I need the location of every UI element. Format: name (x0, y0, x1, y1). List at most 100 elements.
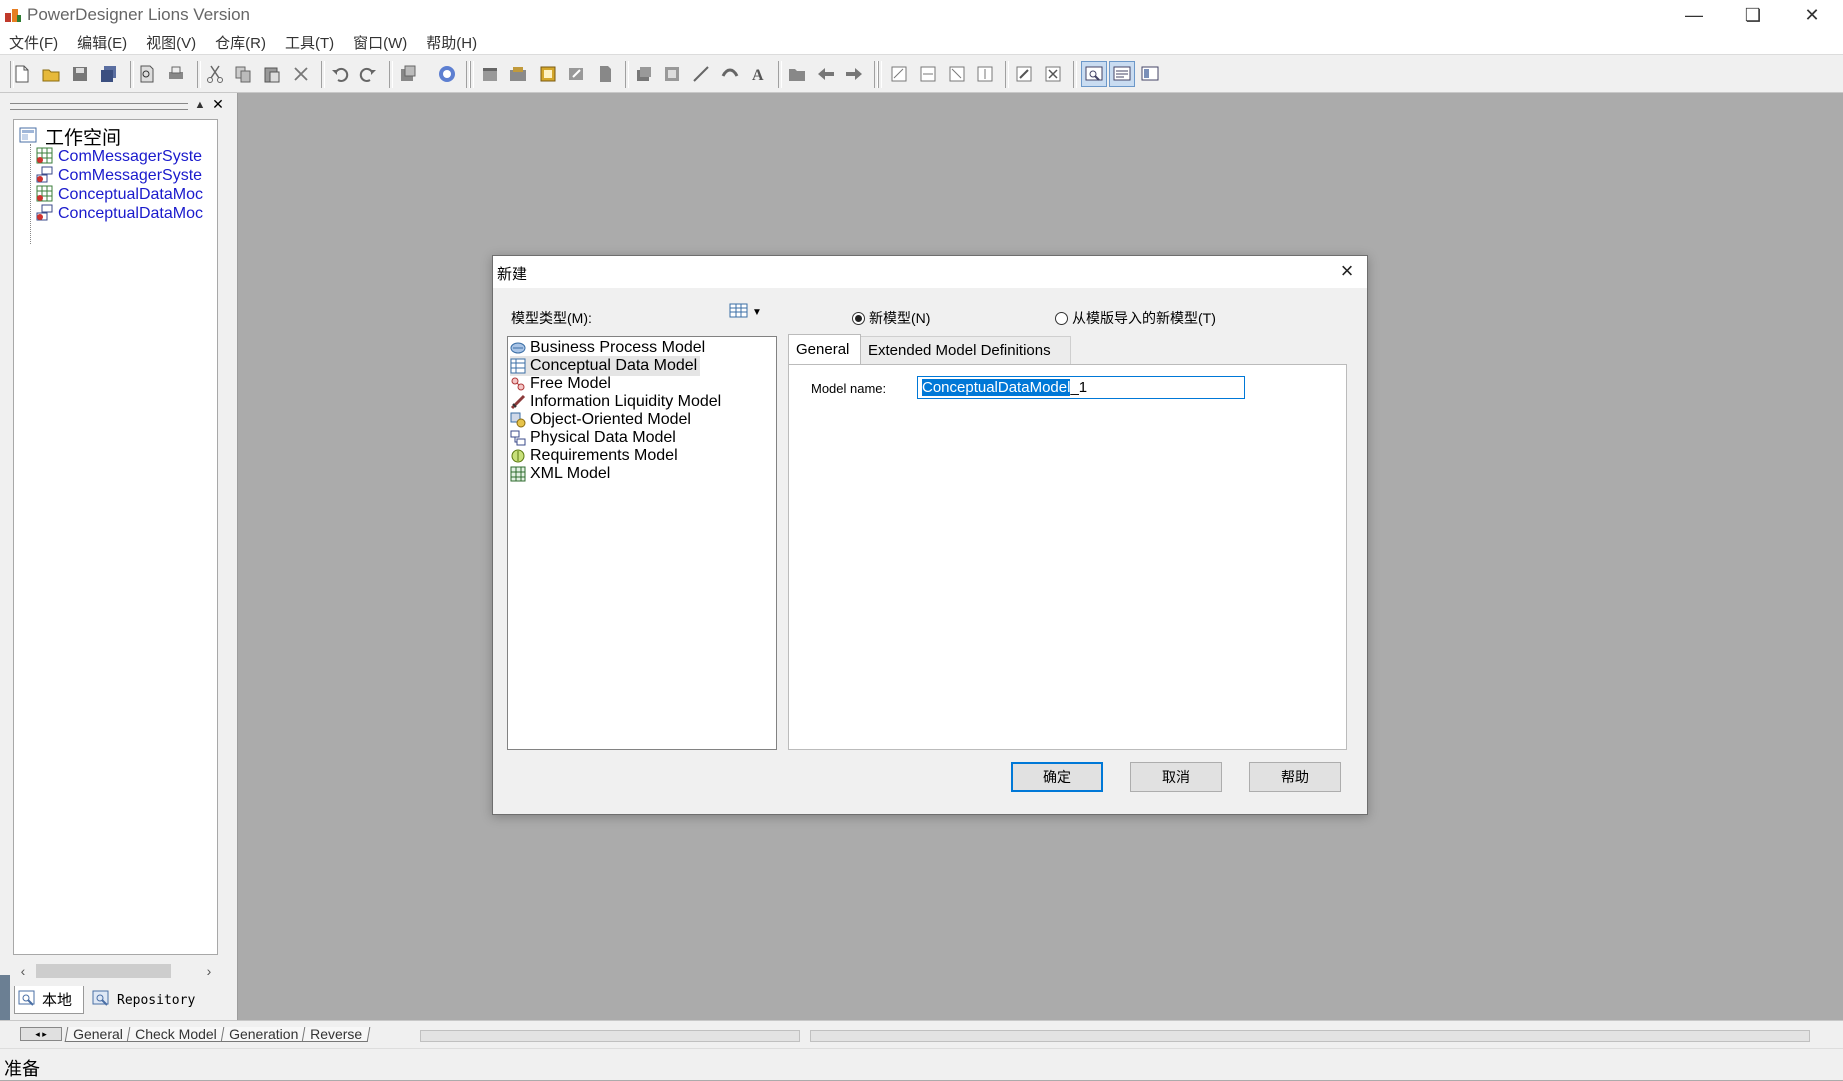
panel-pin-icon[interactable]: ▲ (193, 98, 207, 112)
model-type-item[interactable]: Physical Data Model (510, 428, 679, 448)
folder-icon[interactable] (786, 63, 808, 85)
arrow-right-icon[interactable] (843, 63, 865, 85)
menu-file[interactable]: 文件(F) (8, 30, 59, 55)
model-type-item[interactable]: Requirements Model (510, 446, 681, 466)
model-name-input[interactable]: ConceptualDataModel _1 (917, 376, 1245, 399)
output-right-scrollbar[interactable] (810, 1030, 1810, 1042)
tab-general-output[interactable]: General (64, 1026, 132, 1042)
list-view-toggle[interactable]: ▼ (729, 301, 769, 323)
paste-icon[interactable] (261, 63, 283, 85)
tab-generation[interactable]: Generation (220, 1026, 307, 1042)
tab-local[interactable]: 本地 (14, 986, 84, 1014)
new-file-icon[interactable] (11, 63, 33, 85)
ok-button[interactable]: 确定 (1011, 762, 1103, 792)
print-icon[interactable] (165, 63, 187, 85)
layout-2-icon[interactable] (917, 63, 939, 85)
tab-reverse[interactable]: Reverse (301, 1026, 371, 1042)
toolbar-separator (470, 61, 474, 88)
model-type-item[interactable]: Free Model (510, 374, 614, 394)
menu-view[interactable]: 视图(V) (145, 30, 197, 55)
model-type-label-text: Physical Data Model (530, 429, 676, 446)
object-oriented-icon (510, 412, 526, 428)
inheritance-icon[interactable] (633, 63, 655, 85)
model-type-item[interactable]: XML Model (510, 464, 613, 484)
delete-icon[interactable] (290, 63, 312, 85)
panel-drag-grip[interactable] (10, 103, 188, 110)
layout-3-icon[interactable] (946, 63, 968, 85)
radio-from-template[interactable]: 从模版导入的新模型(T) (1055, 308, 1216, 328)
cut-icon[interactable] (204, 63, 226, 85)
scroll-left-icon[interactable]: ‹ (14, 962, 32, 980)
model-type-label-text: Free Model (530, 375, 611, 392)
tree-item-conceptual-cdm[interactable]: ConceptualDataMoc (36, 185, 203, 205)
model-type-item[interactable]: Information Liquidity Model (510, 392, 724, 412)
output-left-scrollbar[interactable] (420, 1030, 800, 1042)
browser-toggle-icon[interactable] (1081, 61, 1107, 87)
menu-bar: 文件(F) 编辑(E) 视图(V) 仓库(R) 工具(T) 窗口(W) 帮助(H… (0, 30, 1843, 54)
properties-icon[interactable] (397, 63, 419, 85)
undo-icon[interactable] (329, 63, 351, 85)
package-icon[interactable] (507, 63, 529, 85)
output-tabs: ◂ ▸ General Check Model Generation Rever… (20, 1026, 371, 1045)
cancel-button[interactable]: 取消 (1130, 762, 1222, 792)
print-preview-icon[interactable] (136, 63, 158, 85)
workspace-tree: 工作空间 ComMessagerSyste ComMessagerSyste C… (13, 119, 218, 955)
close-window-button[interactable]: ✕ (1783, 0, 1841, 30)
scroll-right-icon[interactable]: › (200, 962, 218, 980)
tree-item-commessager-pdm[interactable]: ComMessagerSyste (36, 166, 202, 186)
toolbar-separator (1073, 61, 1077, 88)
menu-repository[interactable]: 仓库(R) (214, 30, 267, 55)
document-icon[interactable] (594, 63, 616, 85)
generate-icon[interactable] (479, 63, 501, 85)
redo-icon[interactable] (357, 63, 379, 85)
open-folder-icon[interactable] (40, 63, 62, 85)
zoom-in-icon[interactable] (1013, 63, 1035, 85)
link-icon[interactable] (719, 63, 741, 85)
output-toggle-icon[interactable] (1109, 61, 1135, 87)
tree-item-commessager-cdm[interactable]: ComMessagerSyste (36, 147, 202, 167)
radio-new-model[interactable]: 新模型(N) (852, 308, 930, 328)
save-all-icon[interactable] (98, 63, 120, 85)
tab-repository[interactable]: Repository (88, 986, 222, 1014)
help-button[interactable]: 帮助 (1249, 762, 1341, 792)
arrow-left-icon[interactable] (815, 63, 837, 85)
workspace-tabs: 本地 Repository (14, 986, 219, 1014)
layout-1-icon[interactable] (888, 63, 910, 85)
rename-icon[interactable] (565, 63, 587, 85)
text-icon[interactable]: A (747, 63, 769, 85)
menu-tools[interactable]: 工具(T) (284, 30, 335, 55)
model-type-item[interactable]: Business Process Model (510, 338, 708, 358)
panel-close-icon[interactable]: ✕ (211, 97, 225, 112)
svg-text:A: A (752, 67, 764, 84)
model-type-item[interactable]: Object-Oriented Model (510, 410, 694, 430)
check-model-icon[interactable] (436, 63, 458, 85)
model-type-item-selected[interactable]: Conceptual Data Model (510, 356, 701, 376)
menu-help[interactable]: 帮助(H) (425, 30, 478, 55)
tree-root-workspace[interactable]: 工作空间 (19, 123, 121, 150)
line-icon[interactable] (690, 63, 712, 85)
tab-scroll-arrows[interactable]: ◂ ▸ (20, 1027, 62, 1041)
tab-general[interactable]: General (788, 334, 861, 364)
entity-icon[interactable] (661, 63, 683, 85)
maximize-button[interactable]: ❏ (1724, 0, 1782, 30)
result-list-icon[interactable] (1139, 63, 1161, 85)
tab-check-model[interactable]: Check Model (126, 1026, 225, 1042)
model-type-label-text: XML Model (530, 465, 611, 482)
model-name-label: Model name: (811, 381, 887, 396)
layout-4-icon[interactable] (974, 63, 996, 85)
menu-window[interactable]: 窗口(W) (352, 30, 408, 55)
minimize-button[interactable]: — (1665, 0, 1723, 30)
zoom-out-icon[interactable] (1042, 63, 1064, 85)
list-view-icon (729, 303, 749, 322)
tree-item-conceptual-pdm[interactable]: ConceptualDataMoc (36, 204, 203, 224)
copy-icon[interactable] (232, 63, 254, 85)
dialog-close-icon[interactable]: × (1336, 260, 1358, 283)
tab-extended-model-definitions[interactable]: Extended Model Definitions (861, 336, 1071, 364)
scroll-thumb[interactable] (36, 964, 171, 978)
save-icon[interactable] (69, 63, 91, 85)
output-tab-strip: ◂ ▸ General Check Model Generation Rever… (0, 1020, 1843, 1048)
toolbar: A (0, 54, 1843, 93)
entity-gold-icon[interactable] (537, 63, 559, 85)
menu-edit[interactable]: 编辑(E) (76, 30, 128, 55)
workspace-horizontal-scrollbar[interactable]: ‹ › (14, 962, 218, 980)
